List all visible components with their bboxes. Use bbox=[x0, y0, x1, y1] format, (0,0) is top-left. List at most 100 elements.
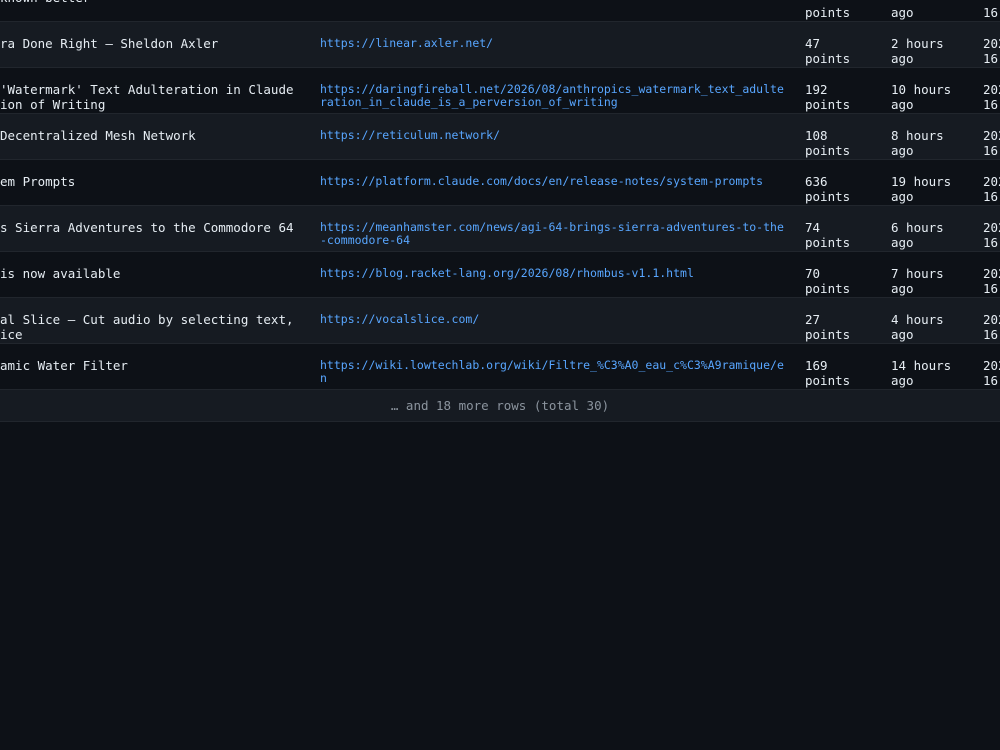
table-row: is now available https://blog.racket-lang… bbox=[0, 252, 1000, 298]
story-url-link[interactable]: https://reticulum.network/ bbox=[320, 129, 790, 142]
story-date: 20216 bbox=[983, 312, 1000, 342]
story-age-line: 4 hours bbox=[891, 312, 944, 327]
story-date-line: 16 bbox=[983, 142, 999, 158]
story-age-line: 19 hours bbox=[891, 174, 952, 189]
story-date-line: 202 bbox=[983, 82, 1000, 97]
story-age-line: 6 hours bbox=[891, 220, 944, 235]
story-title: ra Done Right – Sheldon Axler bbox=[0, 36, 219, 51]
story-age-line: ago bbox=[891, 234, 914, 250]
story-title: amic Water Filter bbox=[0, 358, 128, 373]
story-points-line: points bbox=[805, 50, 851, 66]
story-points-line: points bbox=[805, 188, 851, 204]
story-date-line: 202 bbox=[983, 36, 1000, 51]
story-date-line: 202 bbox=[983, 128, 1000, 143]
story-date-line: 202 bbox=[983, 174, 1000, 189]
story-age: 19 hours ago bbox=[891, 174, 952, 204]
story-date-line: 16 bbox=[983, 50, 999, 66]
story-url-link[interactable]: https://meanhamster.com/news/agi-64-brin… bbox=[320, 221, 790, 247]
table-row: Decentralized Mesh Network https://reticu… bbox=[0, 114, 1000, 160]
story-title: is now available bbox=[0, 266, 121, 281]
story-age-line: ago bbox=[891, 372, 914, 388]
story-title: em Prompts bbox=[0, 174, 76, 189]
story-date: 20216 bbox=[983, 358, 1000, 388]
story-age-line: ago bbox=[891, 142, 914, 158]
story-date-line: 16 bbox=[983, 188, 999, 204]
story-points-line: 27 bbox=[805, 312, 821, 327]
story-points: 108 points bbox=[805, 128, 851, 158]
story-date-line: 202 bbox=[983, 220, 1000, 235]
story-age-line: ago bbox=[891, 4, 914, 20]
story-points: 192 points bbox=[805, 82, 851, 112]
story-points-line: 169 bbox=[805, 358, 828, 373]
story-points-line: points bbox=[805, 234, 851, 250]
story-age: 7 hours ago bbox=[891, 266, 944, 296]
story-points-line: 47 bbox=[805, 36, 821, 51]
story-title: s Sierra Adventures to the Commodore 64 bbox=[0, 220, 294, 235]
story-url-link[interactable]: https://blog.racket-lang.org/2026/08/rho… bbox=[320, 267, 790, 280]
story-age-line: 8 hours bbox=[891, 128, 944, 143]
story-points-line: 192 bbox=[805, 82, 828, 97]
story-points: 636 points bbox=[805, 174, 851, 204]
more-rows-footer: … and 18 more rows (total 30) bbox=[0, 390, 1000, 422]
story-age: 14 hours ago bbox=[891, 358, 952, 388]
results-viewport[interactable]: known better” points ago 16 ra Done Right – … bbox=[0, 0, 1000, 750]
story-url-link[interactable]: https://vocalslice.com/ bbox=[320, 313, 790, 326]
story-points: 47 points bbox=[805, 36, 851, 66]
story-title: 'Watermark' Text Adulteration in Claude … bbox=[0, 82, 294, 112]
story-date-line: 16 bbox=[983, 372, 999, 388]
table-row: s Sierra Adventures to the Commodore 64 h… bbox=[0, 206, 1000, 252]
story-points-line: points bbox=[805, 96, 851, 112]
story-date-line: 16 bbox=[983, 96, 999, 112]
story-age: 2 hours ago bbox=[891, 36, 944, 66]
story-age: 10 hours ago bbox=[891, 82, 952, 112]
story-age-line: 7 hours bbox=[891, 266, 944, 281]
table-row: em Prompts https://platform.claude.com/do… bbox=[0, 160, 1000, 206]
table-row: al Slice – Cut audio by selecting text, … bbox=[0, 298, 1000, 344]
story-age-line: 14 hours bbox=[891, 358, 952, 373]
story-title: known better” bbox=[0, 0, 98, 6]
story-age-line: ago bbox=[891, 326, 914, 342]
story-date: 20216 bbox=[983, 266, 1000, 296]
story-age: 4 hours ago bbox=[891, 312, 944, 342]
story-date-line: 202 bbox=[983, 358, 1000, 373]
story-points: 27 points bbox=[805, 312, 851, 342]
story-points-line: points bbox=[805, 280, 851, 296]
story-age-line: ago bbox=[891, 280, 914, 296]
story-date-line: 16 bbox=[983, 234, 999, 250]
story-age-line: ago bbox=[891, 50, 914, 66]
story-url-link[interactable]: https://linear.axler.net/ bbox=[320, 37, 790, 50]
story-age: ago bbox=[891, 0, 914, 20]
story-url-link[interactable]: https://platform.claude.com/docs/en/rele… bbox=[320, 175, 790, 188]
story-date: 20216 bbox=[983, 220, 1000, 250]
story-date-line: 16 bbox=[983, 280, 999, 296]
story-age: 6 hours ago bbox=[891, 220, 944, 250]
story-points-line: 108 bbox=[805, 128, 828, 143]
story-date: 20216 bbox=[983, 82, 1000, 112]
results-table: known better” points ago 16 ra Done Right – … bbox=[0, 0, 1000, 422]
story-date-line: 202 bbox=[983, 266, 1000, 281]
story-date-line: 202 bbox=[983, 312, 1000, 327]
story-date: 20216 bbox=[983, 36, 1000, 66]
table-row: known better” points ago 16 bbox=[0, 0, 1000, 22]
story-url-link[interactable]: https://wiki.lowtechlab.org/wiki/Filtre_… bbox=[320, 359, 790, 385]
story-url-link[interactable]: https://daringfireball.net/2026/08/anthr… bbox=[320, 83, 790, 109]
story-points: points bbox=[805, 0, 850, 20]
story-date: 16 bbox=[983, 0, 998, 20]
story-points-line: points bbox=[805, 326, 851, 342]
story-date-line: 16 bbox=[983, 4, 999, 20]
story-date: 20216 bbox=[983, 174, 1000, 204]
story-age-line: ago bbox=[891, 188, 914, 204]
story-points-line: 70 bbox=[805, 266, 821, 281]
story-date-line: 16 bbox=[983, 326, 999, 342]
table-row: amic Water Filter https://wiki.lowtechlab… bbox=[0, 344, 1000, 390]
story-age-line: 10 hours bbox=[891, 82, 952, 97]
story-points-line: 74 bbox=[805, 220, 821, 235]
story-points-line: points bbox=[805, 372, 851, 388]
story-date: 20216 bbox=[983, 128, 1000, 158]
story-points-line: points bbox=[805, 142, 851, 158]
story-points-line: points bbox=[805, 4, 851, 20]
story-points-line: 636 bbox=[805, 174, 828, 189]
story-age: 8 hours ago bbox=[891, 128, 944, 158]
story-age-line: ago bbox=[891, 96, 914, 112]
story-title: al Slice – Cut audio by selecting text, … bbox=[0, 312, 294, 342]
